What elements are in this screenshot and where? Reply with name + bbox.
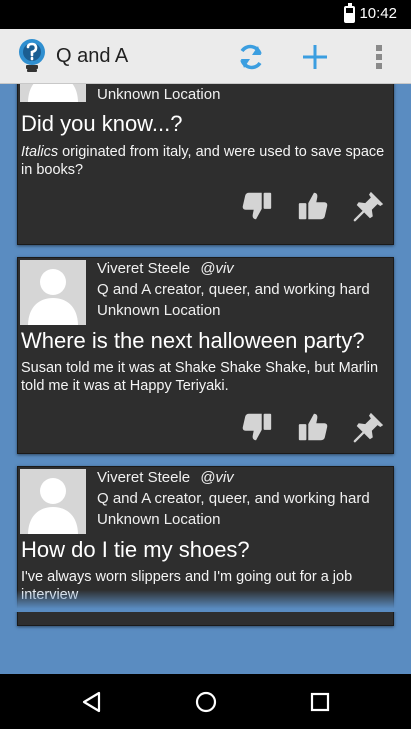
author-location: Unknown Location [97, 302, 221, 319]
dislike-button[interactable] [239, 188, 275, 224]
app-bar: Q and A [0, 29, 411, 84]
question-card[interactable]: Unknown Location Did you know...? Italic… [17, 84, 394, 245]
thumbs-down-icon [240, 189, 274, 223]
question-body: Susan told me it was at Shake Shake Shak… [21, 360, 379, 394]
more-vert-icon [376, 45, 382, 69]
avatar [20, 260, 86, 325]
dislike-button[interactable] [239, 409, 275, 445]
pin-icon [352, 410, 386, 444]
author-handle: @viv [200, 469, 234, 486]
pin-button[interactable] [351, 188, 387, 224]
author-location: Unknown Location [97, 86, 221, 103]
author-bio: Q and A creator, queer, and working hard [97, 281, 370, 298]
add-question-button[interactable] [297, 39, 333, 75]
author-bio: Q and A creator, queer, and working hard [97, 490, 370, 507]
home-circle-icon [195, 691, 217, 713]
question-title: Where is the next halloween party? [21, 328, 365, 353]
app-title: Q and A [56, 45, 129, 67]
thumbs-down-icon [240, 410, 274, 444]
question-body-italic: Italics [21, 144, 59, 160]
question-title: Did you know...? [21, 111, 183, 136]
back-button[interactable] [76, 686, 108, 718]
refresh-button[interactable] [233, 39, 269, 75]
status-bar: 10:42 [0, 0, 411, 29]
author-name: Viveret Steele [97, 469, 191, 486]
author-name: Viveret Steele [97, 260, 191, 277]
home-button[interactable] [190, 686, 222, 718]
back-triangle-icon [82, 691, 101, 713]
recent-apps-icon [310, 692, 330, 712]
question-body: Italics originated from italy, and were … [21, 144, 385, 178]
pin-icon [352, 189, 386, 223]
scroll-fade [0, 590, 411, 612]
thumbs-up-icon [296, 189, 330, 223]
like-button[interactable] [295, 409, 331, 445]
status-time: 10:42 [359, 5, 397, 22]
like-button[interactable] [295, 188, 331, 224]
navigation-bar [0, 674, 411, 729]
author-location: Unknown Location [97, 511, 221, 528]
avatar [20, 84, 86, 102]
avatar [20, 469, 86, 534]
thumbs-up-icon [296, 410, 330, 444]
app-logo-icon [17, 38, 47, 74]
question-feed[interactable]: Unknown Location Did you know...? Italic… [0, 84, 411, 674]
pin-button[interactable] [351, 409, 387, 445]
plus-icon [303, 45, 327, 69]
recent-apps-button[interactable] [304, 686, 336, 718]
overflow-menu-button[interactable] [361, 39, 397, 75]
author-handle: @viv [200, 260, 234, 277]
battery-icon [344, 3, 355, 23]
refresh-icon [240, 44, 262, 70]
question-title: How do I tie my shoes? [21, 537, 250, 562]
question-card[interactable]: Viveret Steele @viv Q and A creator, quee… [17, 257, 394, 454]
